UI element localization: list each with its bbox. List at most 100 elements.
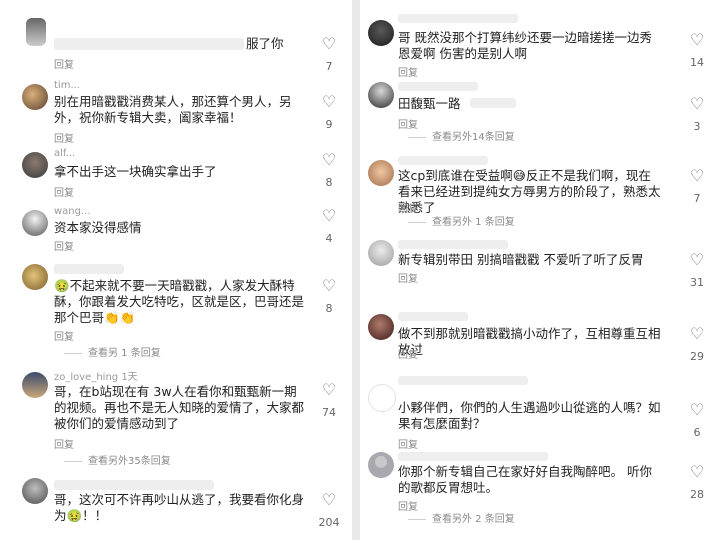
view-more-replies[interactable]: 查看另外 2 条回复 [408,510,515,525]
like-count: 28 [690,488,704,501]
like-button[interactable]: ♡ 74 [316,382,342,420]
view-more-replies[interactable]: 查看另外35条回复 [64,452,171,467]
reply-button[interactable]: 回复 [398,436,418,451]
heart-icon[interactable]: ♡ [316,208,342,224]
like-count: 14 [690,56,704,69]
comment-text: 🤢不起来就不要一天暗戳戳，人家发大酥特酥，你跟着发大吃特吃，区就是区，巴哥还是那… [54,278,305,325]
reply-button[interactable]: 回复 [398,270,418,285]
username[interactable]: zo_love_hing 1天 [54,368,138,383]
blurred-username [54,480,214,490]
blurred-username [54,264,124,274]
like-count: 7 [693,192,701,205]
reply-button[interactable]: 回复 [54,238,74,253]
like-button[interactable]: ♡ 28 [684,464,710,502]
blurred-text [470,98,516,108]
avatar[interactable] [368,384,396,412]
reply-button[interactable]: 回复 [54,328,74,343]
like-count: 8 [325,176,333,189]
like-count: 7 [325,60,333,73]
reply-button[interactable]: 回复 [54,130,74,145]
heart-icon[interactable]: ♡ [684,168,710,184]
avatar[interactable] [22,210,48,236]
like-button[interactable]: ♡ 6 [684,402,710,440]
like-button[interactable]: ♡ 31 [684,252,710,290]
right-comment-panel: 哥 既然没那个打算纬纱还要一边暗搓搓一边秀恩爱啊 伤害的是别人啊 回复 ♡ 14… [360,0,720,540]
like-count: 6 [693,426,701,439]
like-button[interactable]: ♡ 9 [316,94,342,132]
comment-text: 拿不出手这一块确实拿出手了 [54,164,217,179]
blurred-username [398,156,488,165]
like-count: 31 [690,276,704,289]
heart-icon[interactable]: ♡ [684,326,710,342]
heart-icon[interactable]: ♡ [316,492,342,508]
comment-text: 别在用暗戳戳消费某人，那还算个男人，另外，祝你新专辑大卖，阖家幸福！ [54,94,292,125]
avatar[interactable] [368,20,394,46]
like-count: 8 [325,302,333,315]
blurred-username [398,312,468,321]
avatar[interactable] [22,264,48,290]
blurred-username [54,38,244,50]
avatar[interactable] [22,84,48,110]
avatar[interactable] [22,478,48,504]
heart-icon[interactable]: ♡ [316,382,342,398]
avatar[interactable] [368,160,394,186]
like-button[interactable]: ♡ 14 [684,32,710,70]
heart-icon[interactable]: ♡ [684,96,710,112]
comment-text: 哥，这次可不许再吵山从逃了，我要看你化身为🤢！！ [54,492,305,523]
like-count: 74 [322,406,336,419]
comment-text: 小夥伴們，你們的人生遇過吵山從逃的人嗎？如果有怎麼面對？ [398,400,661,431]
like-button[interactable]: ♡ 204 [316,492,342,530]
avatar[interactable] [26,18,46,46]
like-button[interactable]: ♡ 3 [684,96,710,134]
like-button[interactable]: ♡ 8 [316,152,342,190]
username[interactable]: tim... [54,80,80,91]
comment-text: 服了你 [246,36,284,51]
blurred-username [398,14,518,23]
heart-icon[interactable]: ♡ [684,464,710,480]
like-count: 3 [693,120,701,133]
view-more-replies[interactable]: 查看另外 1 条回复 [408,213,515,228]
heart-icon[interactable]: ♡ [316,94,342,110]
blurred-username [398,240,508,249]
like-count: 29 [690,350,704,363]
reply-button[interactable]: 回复 [54,56,74,71]
comment-text: 你那个新专辑自己在家好好自我陶醉吧。 听你的歌都反胃想吐。 [398,464,652,495]
avatar[interactable] [22,152,48,178]
reply-button[interactable]: 回复 [54,436,74,451]
comment-text: 做不到那就别暗戳戳搞小动作了，互相尊重互相放过 [398,326,661,357]
blurred-username [398,82,478,91]
like-count: 4 [325,232,333,245]
like-count: 204 [318,516,340,529]
comment-text: 资本家没得感情 [54,220,142,235]
comment-text: 哥 既然没那个打算纬纱还要一边暗搓搓一边秀恩爱啊 伤害的是别人啊 [398,30,652,61]
like-button[interactable]: ♡ 4 [316,208,342,246]
left-comment-panel: 服了你 回复 ♡ 7 tim... 别在用暗戳戳消费某人，那还算个男人，另外，祝… [0,0,352,540]
like-count: 9 [325,118,333,131]
heart-icon[interactable]: ♡ [316,152,342,168]
reply-button[interactable]: 回复 [398,346,418,361]
heart-icon[interactable]: ♡ [316,278,342,294]
heart-icon[interactable]: ♡ [316,36,342,52]
avatar[interactable] [22,372,48,398]
avatar[interactable] [368,82,394,108]
like-button[interactable]: ♡ 8 [316,278,342,316]
avatar[interactable] [368,452,394,478]
heart-icon[interactable]: ♡ [684,252,710,268]
username[interactable]: alf... [54,148,75,159]
like-button[interactable]: ♡ 29 [684,326,710,364]
like-button[interactable]: ♡ 7 [684,168,710,206]
like-button[interactable]: ♡ 7 [316,36,342,74]
comment-text: 哥，在b站现在有 3w人在看你和甄甄新一期的视频。再也不是无人知晓的爱情了，大家… [54,384,305,431]
blurred-username [398,452,548,461]
comment-text: 新专辑别带田 别搞暗戳戳 不爱听了听了反胃 [398,252,644,267]
heart-icon[interactable]: ♡ [684,32,710,48]
view-more-replies[interactable]: 查看另 1 条回复 [64,344,161,359]
view-more-replies[interactable]: 查看另外14条回复 [408,128,515,143]
reply-button[interactable]: 回复 [54,184,74,199]
reply-button[interactable]: 回复 [398,64,418,79]
blurred-username [398,376,528,385]
heart-icon[interactable]: ♡ [684,402,710,418]
username[interactable]: wang... [54,206,91,217]
avatar[interactable] [368,314,394,340]
avatar[interactable] [368,240,394,266]
